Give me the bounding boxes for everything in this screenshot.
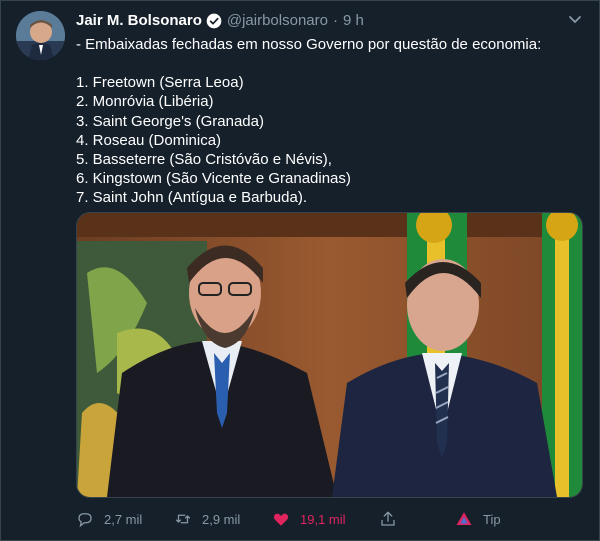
photo-image xyxy=(77,213,582,497)
list-item: 6. Kingstown (São Vicente e Granadinas) xyxy=(76,170,351,188)
avatar[interactable] xyxy=(16,11,65,60)
list-item: 1. Freetown (Serra Leoa) xyxy=(76,74,244,92)
tweet-text: - Embaixadas fechadas em nosso Governo p… xyxy=(76,35,581,208)
tweet-time[interactable]: 9 h xyxy=(343,12,364,30)
share-icon xyxy=(381,511,395,526)
reply-icon xyxy=(78,513,92,528)
author-handle[interactable]: @jairbolsonaro xyxy=(227,12,328,30)
verified-badge-icon xyxy=(206,13,222,29)
chevron-down-icon[interactable] xyxy=(568,15,582,25)
tweet-intro: - Embaixadas fechadas em nosso Governo p… xyxy=(76,36,542,53)
like-count: 19,1 mil xyxy=(300,511,346,527)
tweet-card[interactable]: Jair M. Bolsonaro @jairbolsonaro · 9 h -… xyxy=(0,0,600,541)
separator-dot: · xyxy=(332,12,338,29)
reply-button[interactable]: 2,7 mil xyxy=(76,510,142,528)
list-item: 2. Monróvia (Libéria) xyxy=(76,93,214,111)
tip-button[interactable]: Tip xyxy=(455,510,501,528)
tweet-actions: 2,7 mil 2,9 mil 19,1 mil Tip xyxy=(76,510,546,532)
tweet-photo[interactable] xyxy=(76,212,583,498)
like-button[interactable]: 19,1 mil xyxy=(272,510,346,528)
retweet-button[interactable]: 2,9 mil xyxy=(174,510,240,528)
list-item: 5. Basseterre (São Cristóvão e Névis), xyxy=(76,151,332,169)
avatar-image xyxy=(16,11,65,60)
share-button[interactable] xyxy=(379,510,397,528)
list-item: 3. Saint George's (Granada) xyxy=(76,112,264,130)
list-item: 7. Saint John (Antígua e Barbuda). xyxy=(76,189,307,207)
retweet-icon xyxy=(175,514,191,524)
heart-icon xyxy=(273,513,289,526)
author-name[interactable]: Jair M. Bolsonaro xyxy=(76,12,202,30)
tip-icon xyxy=(456,512,472,525)
list-item: 4. Roseau (Dominica) xyxy=(76,131,222,149)
reply-count: 2,7 mil xyxy=(104,511,143,527)
retweet-count: 2,9 mil xyxy=(202,511,241,527)
tip-label: Tip xyxy=(483,511,501,527)
tweet-header: Jair M. Bolsonaro @jairbolsonaro · 9 h xyxy=(76,12,364,30)
